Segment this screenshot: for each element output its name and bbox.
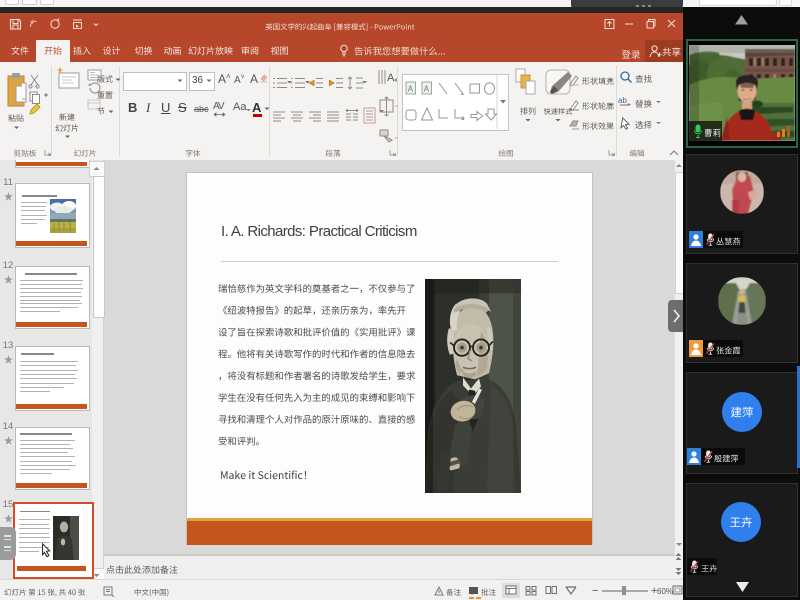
svg-text:A: A [424,85,430,94]
svg-text:A: A [387,72,395,84]
svg-text:ab: ab [618,96,627,105]
svg-text:A: A [408,85,414,94]
